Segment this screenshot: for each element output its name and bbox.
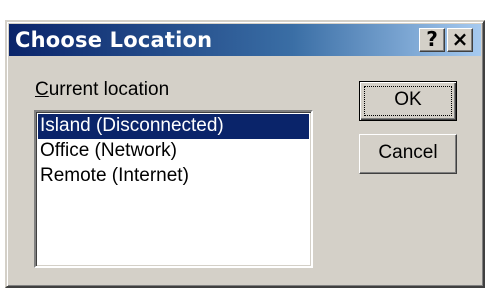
cancel-button-label: Cancel: [378, 142, 438, 163]
window-title: Choose Location: [15, 28, 213, 52]
list-item-remote[interactable]: Remote (Internet): [38, 164, 309, 189]
list-item-office[interactable]: Office (Network): [38, 139, 309, 164]
focus-rectangle: [364, 86, 452, 116]
ok-button[interactable]: OK: [359, 81, 457, 121]
choose-location-dialog: Choose Location ? × Current location Isl…: [5, 20, 485, 288]
title-bar[interactable]: Choose Location ? ×: [9, 24, 481, 56]
close-icon[interactable]: ×: [447, 28, 473, 52]
location-listbox[interactable]: Island (Disconnected) Office (Network) R…: [34, 110, 313, 268]
cancel-button[interactable]: Cancel: [359, 134, 457, 174]
current-location-label: Current location: [35, 79, 170, 100]
list-item-island[interactable]: Island (Disconnected): [38, 114, 309, 139]
help-icon[interactable]: ?: [419, 28, 445, 52]
